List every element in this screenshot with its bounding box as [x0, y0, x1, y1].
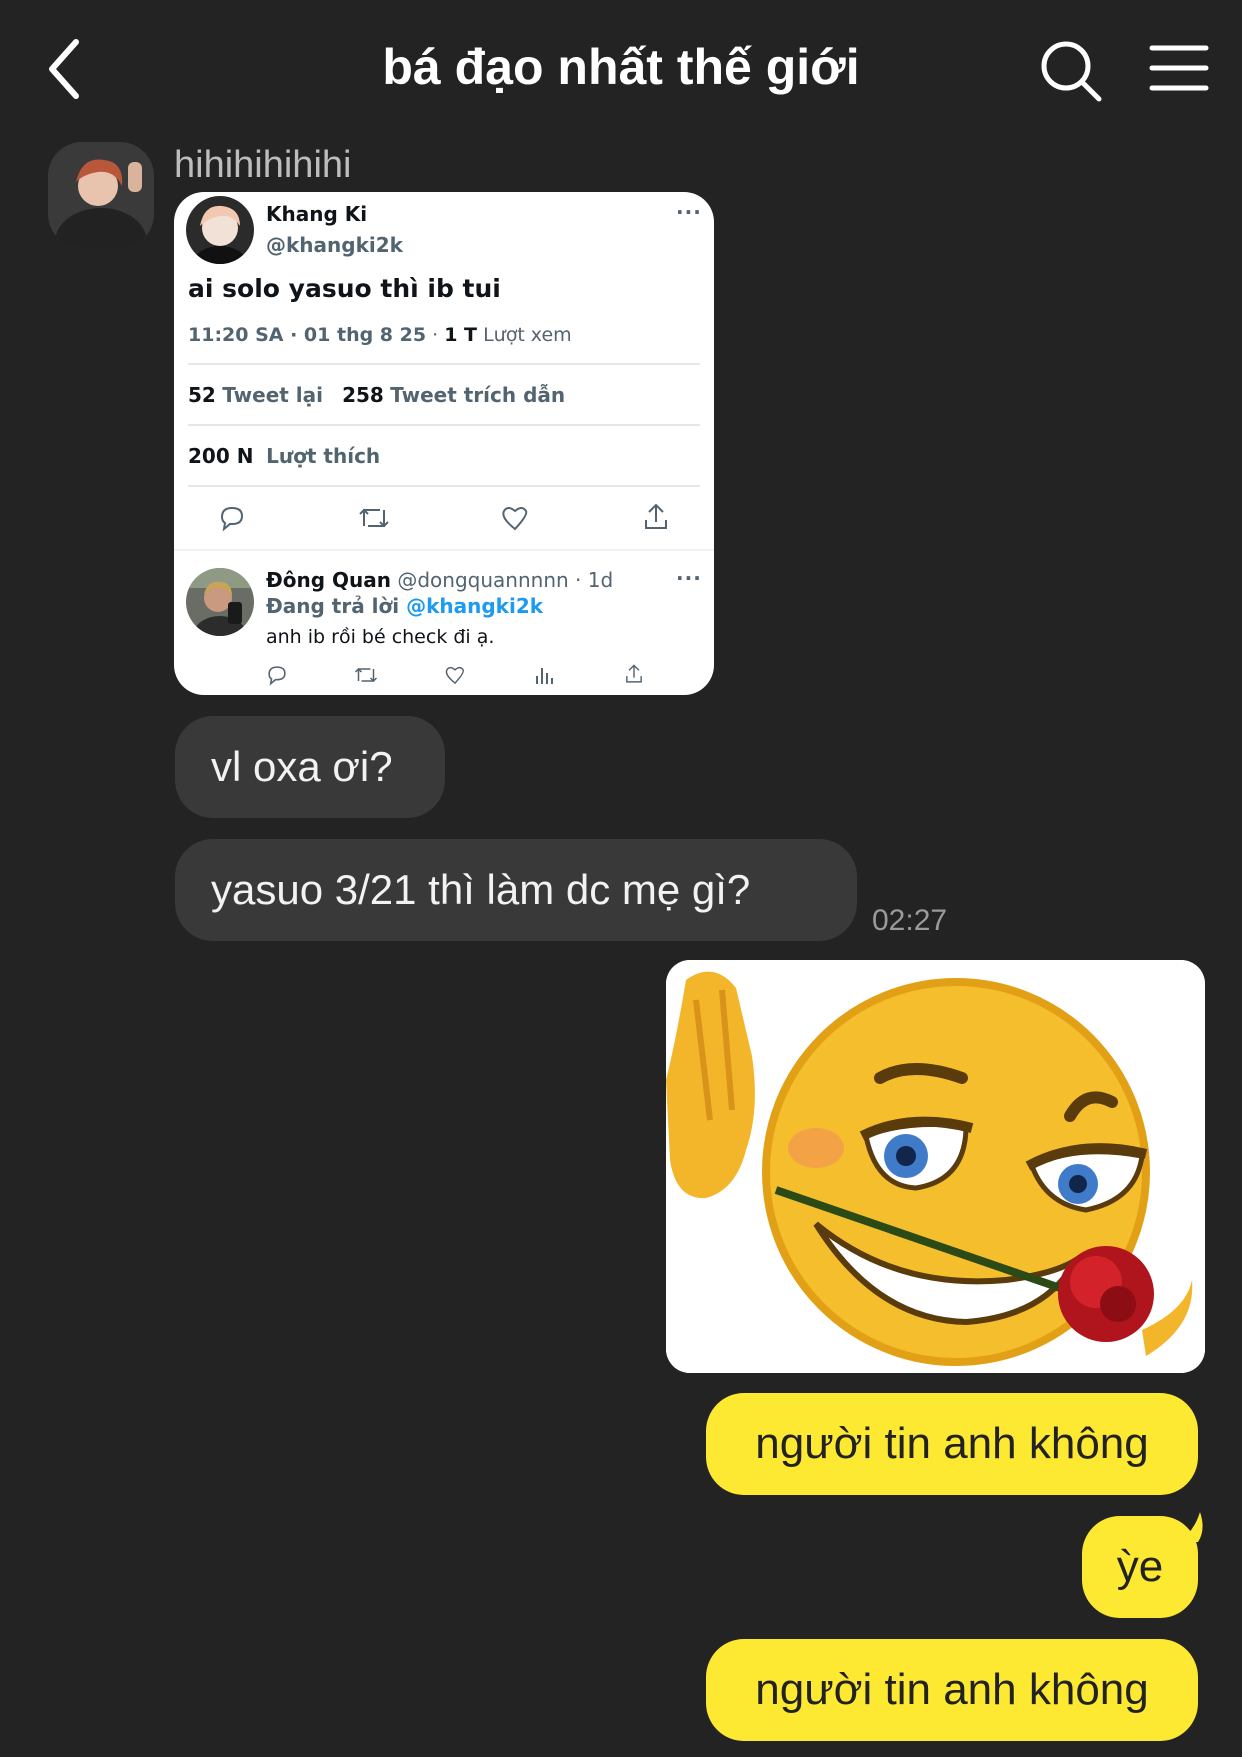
more-dots-icon[interactable]: ··· [676, 566, 702, 590]
replying-label: Đang trả lời [266, 594, 400, 618]
tweet-screenshot[interactable]: Khang Ki @khangki2k ··· ai solo yasuo th… [174, 192, 714, 695]
more-dots-icon[interactable]: ··· [676, 200, 702, 224]
outgoing-message-1[interactable]: người tin anh không [706, 1393, 1198, 1495]
quotes-label: Tweet trích dẫn [390, 383, 566, 407]
tweet-text: ai solo yasuo thì ib tui [188, 274, 501, 303]
sender-name: hihihihihihi [174, 144, 352, 186]
tweet-retweet-stats: 52 Tweet lại 258 Tweet trích dẫn [188, 383, 565, 407]
outgoing-message-3[interactable]: người tin anh không [706, 1639, 1198, 1741]
tweet-time: 11:20 SA · 01 thg 8 25 [188, 324, 427, 346]
heart-icon[interactable] [500, 504, 530, 532]
tweet-views-label: Lượt xem [483, 324, 572, 346]
tweet-meta: 11:20 SA · 01 thg 8 25 · 1 T Lượt xem [188, 324, 572, 346]
reply-author-handle: @dongquannnnn · 1d [397, 568, 614, 592]
likes-label: Lượt thích [266, 444, 381, 468]
reply-icon[interactable] [218, 504, 246, 532]
tweet-views-count: 1 T [444, 324, 478, 346]
retweet-icon[interactable] [354, 664, 378, 686]
divider [188, 424, 700, 426]
replying-to: Đang trả lời @khangki2k [266, 594, 543, 618]
tweet-author-avatar [186, 196, 254, 264]
sender-avatar[interactable] [48, 142, 154, 248]
search-icon[interactable] [1038, 38, 1104, 104]
divider [188, 363, 700, 365]
divider [174, 549, 714, 551]
reply-text: anh ib rồi bé check đi ạ. [266, 626, 495, 648]
bubble-tail [1178, 1512, 1203, 1542]
chat-header: bá đạo nhất thế giới [0, 0, 1242, 140]
incoming-message-2[interactable]: yasuo 3/21 thì làm dc mẹ gì? [175, 839, 857, 941]
likes-count: 200 N [188, 444, 254, 468]
retweets-label: Tweet lại [222, 383, 323, 407]
message-timestamp: 02:27 [872, 904, 948, 937]
share-icon[interactable] [624, 662, 644, 686]
retweets-count: 52 [188, 383, 216, 407]
hamburger-menu-icon[interactable] [1148, 40, 1210, 96]
quotes-count: 258 [342, 383, 384, 407]
divider [188, 485, 700, 487]
emoji-sticker-image[interactable] [666, 960, 1205, 1373]
reply-author-name: Đông Quan [266, 568, 391, 592]
reply-icon[interactable] [266, 664, 288, 686]
reply-header: Đông Quan @dongquannnnn · 1d [266, 568, 613, 592]
share-icon[interactable] [642, 502, 670, 532]
tweet-like-stats: 200 N Lượt thích [188, 444, 380, 468]
tweet-author-name: Khang Ki [266, 202, 368, 226]
replying-to-link[interactable]: @khangki2k [406, 594, 543, 618]
heart-icon[interactable] [444, 664, 466, 686]
retweet-icon[interactable] [358, 504, 390, 532]
stats-icon[interactable] [534, 664, 554, 686]
tweet-author-handle: @khangki2k [266, 233, 403, 257]
incoming-message-1[interactable]: vl oxa ơi? [175, 716, 445, 818]
reply-author-avatar [186, 568, 254, 636]
